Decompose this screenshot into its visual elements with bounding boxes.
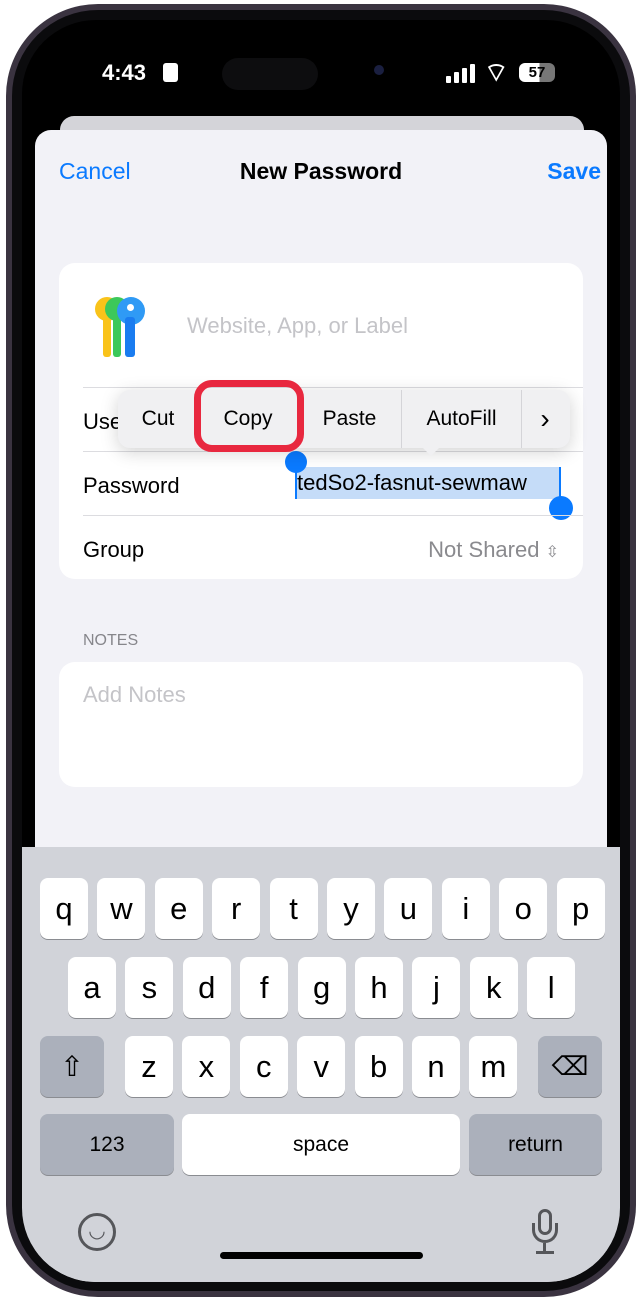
wifi-icon: ⌔ xyxy=(484,57,509,87)
key-h[interactable]: h xyxy=(355,957,403,1018)
space-key[interactable]: space xyxy=(182,1114,460,1175)
key-j[interactable]: j xyxy=(412,957,461,1018)
key-w[interactable]: w xyxy=(97,878,146,939)
delete-icon: ⌫ xyxy=(551,1051,589,1081)
screen: 4:43 ⌔ 57 Cancel New Password Save Websi… xyxy=(22,20,620,1282)
password-field[interactable]: tedSo2-fasnut-sewmaw xyxy=(295,467,561,499)
menu-pointer xyxy=(419,444,443,456)
divider xyxy=(83,387,583,388)
key-f[interactable]: f xyxy=(240,957,289,1018)
shift-icon: ⇧ xyxy=(60,1051,84,1082)
notes-header: NOTES xyxy=(83,632,139,649)
battery-level: 57 xyxy=(528,64,546,81)
group-label: Group xyxy=(83,537,145,562)
key-l[interactable]: l xyxy=(527,957,576,1018)
keyboard: qwertyuiop asdfghjkl zxcvbnm ⇧ ⌫ 123 space… xyxy=(22,847,620,1282)
save-button[interactable]: Save xyxy=(547,158,601,185)
key-q[interactable]: q xyxy=(40,878,88,939)
home-indicator[interactable] xyxy=(220,1252,423,1259)
status-time: 4:43 xyxy=(102,60,147,85)
page-title: New Password xyxy=(239,158,403,184)
return-key[interactable]: return xyxy=(469,1114,602,1175)
key-t[interactable]: t xyxy=(269,878,318,939)
selection-start-handle[interactable] xyxy=(285,451,307,473)
key-m[interactable]: m xyxy=(469,1036,518,1097)
key-r[interactable]: r xyxy=(212,878,261,939)
paste-menu-item[interactable]: Paste xyxy=(298,390,402,448)
key-g[interactable]: g xyxy=(297,957,346,1018)
key-o[interactable]: o xyxy=(499,878,548,939)
camera-icon xyxy=(374,65,384,75)
key-u[interactable]: u xyxy=(384,878,433,939)
group-select[interactable]: Not Shared ⇳ xyxy=(428,537,559,563)
chevron-up-down-icon: ⇳ xyxy=(545,544,559,561)
emoji-icon[interactable]: ◡ xyxy=(78,1213,116,1251)
autofill-menu-item[interactable]: AutoFill xyxy=(402,390,522,448)
dynamic-island xyxy=(222,58,318,90)
key-i[interactable]: i xyxy=(441,878,490,939)
key-x[interactable]: x xyxy=(182,1036,231,1097)
key-e[interactable]: e xyxy=(154,878,203,939)
username-label: Use xyxy=(83,409,123,434)
key-y[interactable]: y xyxy=(327,878,375,939)
shift-key[interactable]: ⇧ xyxy=(40,1036,104,1097)
group-value: Not Shared xyxy=(428,537,540,562)
cut-menu-item[interactable]: Cut xyxy=(118,390,198,448)
delete-key[interactable]: ⌫ xyxy=(538,1036,602,1097)
key-k[interactable]: k xyxy=(469,957,518,1018)
website-input[interactable]: Website, App, or Label xyxy=(187,313,408,339)
key-a[interactable]: a xyxy=(68,957,116,1018)
edit-menu: Cut Copy Paste AutoFill › xyxy=(118,390,570,448)
key-z[interactable]: z xyxy=(125,1036,173,1097)
key-c[interactable]: c xyxy=(239,1036,288,1097)
passwords-app-icon xyxy=(95,297,147,357)
cellular-signal-icon xyxy=(446,63,476,83)
battery-icon: 57 xyxy=(519,63,555,82)
key-b[interactable]: b xyxy=(354,1036,403,1097)
notes-placeholder: Add Notes xyxy=(83,682,186,707)
password-label: Password xyxy=(83,473,180,498)
key-p[interactable]: p xyxy=(556,878,605,939)
numbers-key[interactable]: 123 xyxy=(40,1114,174,1175)
key-s[interactable]: s xyxy=(125,957,174,1018)
divider xyxy=(83,515,583,516)
notes-field[interactable]: Add Notes xyxy=(59,662,583,787)
copy-highlight-box xyxy=(194,380,304,452)
key-n[interactable]: n xyxy=(412,1036,460,1097)
divider xyxy=(83,451,583,452)
key-d[interactable]: d xyxy=(182,957,231,1018)
selection-end-handle[interactable] xyxy=(549,496,573,520)
key-v[interactable]: v xyxy=(297,1036,346,1097)
more-menu-chevron-icon[interactable]: › xyxy=(522,390,568,448)
contact-card-icon xyxy=(163,63,178,82)
microphone-icon[interactable] xyxy=(532,1209,558,1255)
